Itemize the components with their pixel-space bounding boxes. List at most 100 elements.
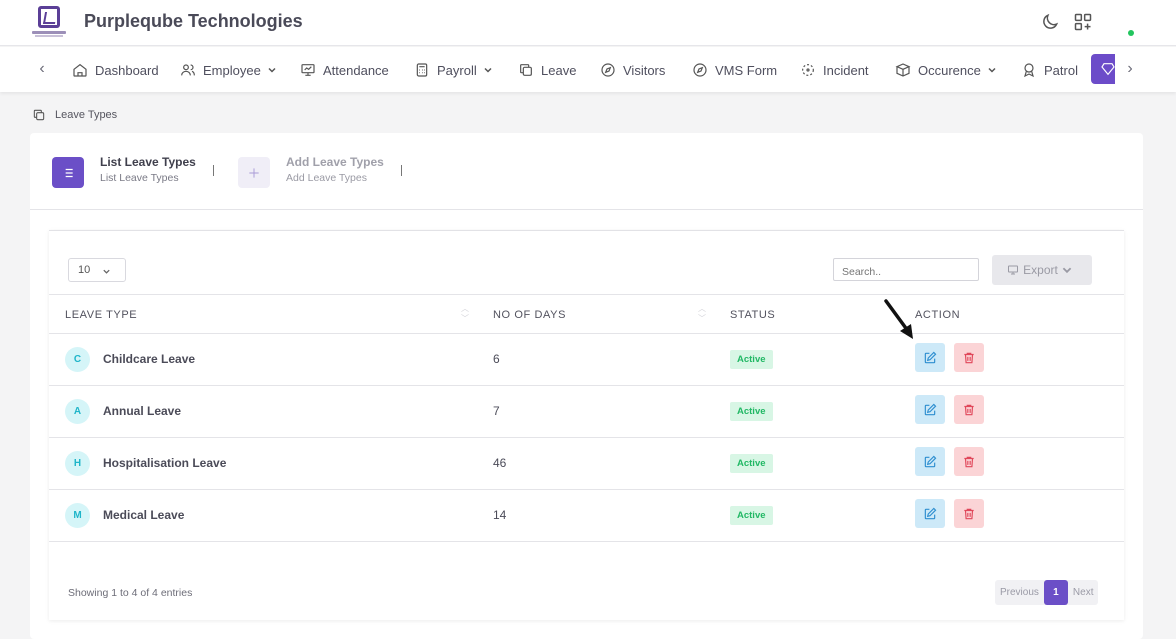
nav-item-attendance[interactable]: Attendance <box>300 60 389 80</box>
page-length-select[interactable]: 10 <box>68 258 126 282</box>
leave-type-name: Annual Leave <box>103 404 182 418</box>
mouse-pointer-icon <box>884 299 913 339</box>
nav-label: Payroll <box>437 62 477 78</box>
edit-button[interactable] <box>915 499 945 528</box>
delete-button[interactable] <box>954 447 984 476</box>
apps-grid-icon[interactable] <box>1073 12 1093 32</box>
previous-page-button[interactable]: Previous <box>995 580 1044 605</box>
nav-scroll-right-icon[interactable]: › <box>1122 60 1138 78</box>
breadcrumb-label: Leave Types <box>55 109 118 121</box>
trash-icon <box>964 456 974 467</box>
chevron-down-icon <box>484 67 492 73</box>
nav-label: Dashboard <box>95 62 159 78</box>
tab-list-leave-types-subtitle: List Leave Types <box>100 172 179 184</box>
plus-icon <box>249 167 259 178</box>
nav-label: Incident <box>823 62 869 78</box>
table-row: M Medical Leave 14 Active <box>49 490 1124 542</box>
tab-add-leave-types-subtitle: Add Leave Types <box>286 172 367 184</box>
leave-days: 7 <box>493 404 500 418</box>
tab-list-leave-types[interactable]: List Leave Types <box>100 155 196 169</box>
tab-list-leave-types-icon[interactable] <box>52 157 84 188</box>
users-icon <box>181 64 195 76</box>
column-header-action: ACTION <box>915 309 961 321</box>
edit-icon <box>924 507 937 519</box>
nav-scroll-left-icon[interactable]: ‹ <box>34 60 50 78</box>
nav-item-leave[interactable]: Leave <box>518 60 576 80</box>
trash-icon <box>964 352 974 363</box>
export-label: Export <box>1023 263 1058 277</box>
main-nav: ‹ Dashboard Employee Attendance Payroll … <box>0 47 1176 92</box>
nav-label: Employee <box>203 62 261 78</box>
leave-initial-avatar: M <box>65 503 90 528</box>
badge-icon <box>1024 63 1034 78</box>
nav-label: VMS Form <box>715 62 778 78</box>
copy-icon <box>520 64 532 76</box>
leave-days: 46 <box>493 456 507 470</box>
edit-button[interactable] <box>915 447 945 476</box>
chevron-down-icon <box>1062 267 1072 274</box>
sort-icon[interactable]: ︿ ﹀ <box>460 304 470 326</box>
diamond-icon <box>1101 63 1115 76</box>
column-header-no-of-days[interactable]: NO OF DAYS <box>493 309 566 321</box>
nav-item-occurence[interactable]: Occurence <box>895 60 997 80</box>
delete-button[interactable] <box>954 499 984 528</box>
table-row: C Childcare Leave 6 Active <box>49 334 1124 386</box>
search-input[interactable] <box>833 258 979 281</box>
edit-button[interactable] <box>915 395 945 424</box>
table-row: A Annual Leave 7 Active <box>49 386 1124 438</box>
company-logo[interactable] <box>32 4 66 38</box>
trash-icon <box>964 404 974 415</box>
column-header-leave-type[interactable]: LEAVE TYPE <box>65 309 137 321</box>
breadcrumb: Leave Types <box>32 108 117 122</box>
compass-icon <box>601 63 615 77</box>
nav-item-vms-form[interactable]: VMS Form <box>692 60 777 80</box>
sort-icon[interactable]: ︿ ﹀ <box>697 304 707 326</box>
leave-types-card: List Leave Types List Leave Types Add Le… <box>30 133 1143 639</box>
tab-divider <box>401 165 402 176</box>
presentation-icon <box>301 64 315 76</box>
edit-button[interactable] <box>915 343 945 372</box>
status-badge: Active <box>730 506 773 525</box>
page-length-value: 10 <box>78 264 91 276</box>
nav-label: Visitors <box>623 62 666 78</box>
monitor-icon <box>1008 265 1019 275</box>
nav-item-payroll[interactable]: Payroll <box>414 60 493 80</box>
page-1-button[interactable]: 1 <box>1043 580 1068 605</box>
export-button[interactable]: Export <box>992 255 1092 285</box>
nav-label: Attendance <box>323 62 389 78</box>
tab-divider <box>213 165 214 176</box>
leave-type-name: Hospitalisation Leave <box>103 456 227 470</box>
nav-item-visitors[interactable]: Visitors <box>600 60 665 80</box>
leave-type-name: Childcare Leave <box>103 352 196 366</box>
calculator-icon <box>416 63 428 77</box>
online-status-dot <box>1128 30 1134 36</box>
dark-mode-icon[interactable] <box>1040 12 1060 32</box>
leave-initial-avatar: H <box>65 451 90 476</box>
nav-item-employee[interactable]: Employee <box>180 60 277 80</box>
nav-item-active[interactable] <box>1091 54 1115 84</box>
home-icon <box>73 63 87 77</box>
leave-types-table-container: 10 Export LEAVE TYPE ︿﹀ NO OF DAYS ︿﹀ ST… <box>49 230 1124 620</box>
delete-button[interactable] <box>954 343 984 372</box>
tab-add-leave-types[interactable]: Add Leave Types <box>286 155 384 169</box>
pagination: Previous 1 Next <box>995 580 1099 605</box>
nav-item-incident[interactable]: Incident <box>800 60 869 80</box>
trash-icon <box>964 508 974 519</box>
chevron-down-icon <box>103 269 110 274</box>
status-badge: Active <box>730 402 773 421</box>
compass-icon <box>693 63 707 77</box>
delete-button[interactable] <box>954 395 984 424</box>
list-icon <box>63 168 73 177</box>
leave-type-name: Medical Leave <box>103 508 185 522</box>
focus-dashed-icon <box>802 64 814 76</box>
app-title: Purpleqube Technologies <box>84 11 303 31</box>
chevron-down-icon <box>268 67 276 73</box>
next-page-button[interactable]: Next <box>1068 580 1099 605</box>
edit-icon <box>924 403 937 415</box>
nav-item-patrol[interactable]: Patrol <box>1021 60 1078 80</box>
leave-days: 6 <box>493 352 500 366</box>
leave-days: 14 <box>493 508 507 522</box>
edit-icon <box>924 455 937 467</box>
nav-item-dashboard[interactable]: Dashboard <box>72 60 159 80</box>
tab-add-leave-types-icon[interactable] <box>238 157 270 188</box>
